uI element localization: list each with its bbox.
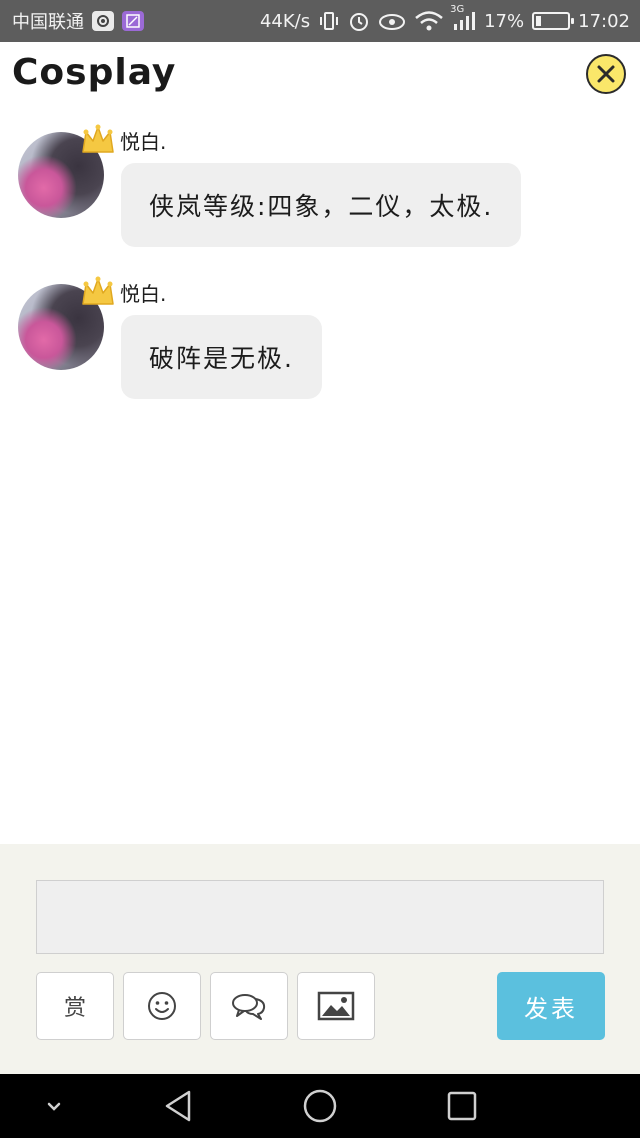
signal-type: 3G [450, 4, 465, 15]
reward-label: 赏 [63, 996, 86, 1021]
back-icon [165, 1090, 191, 1122]
close-button[interactable] [586, 54, 626, 94]
reward-button[interactable]: 赏 [36, 972, 114, 1040]
smiley-icon [148, 992, 176, 1020]
alarm-icon [348, 10, 370, 32]
message-bubble[interactable]: 破阵是无极. [121, 315, 322, 399]
sender-name: 悦白. [120, 282, 167, 306]
message-list[interactable]: 悦白. 侠岚等级:四象，二仪，太极. 悦白. 破阵是无极. [0, 112, 640, 844]
avatar-wrap[interactable] [18, 124, 114, 218]
message-item: 悦白. 侠岚等级:四象，二仪，太极. [0, 112, 640, 262]
header: Cosplay [0, 42, 640, 112]
battery-icon [532, 12, 575, 30]
eye-icon [378, 11, 406, 31]
battery-percent: 17% [484, 10, 525, 32]
recents-icon [447, 1091, 477, 1121]
image-icon [317, 991, 355, 1021]
page-title: Cosplay [12, 52, 177, 93]
emoji-button[interactable] [123, 972, 201, 1040]
carrier-name: 中国联通 [12, 12, 84, 33]
gallery-app-icon [122, 11, 144, 31]
composer: 赏 发表 [0, 844, 640, 1074]
vibrate-icon [318, 10, 340, 32]
chat-bubbles-icon [232, 994, 266, 1020]
crown-icon [82, 124, 114, 153]
image-button[interactable] [297, 972, 375, 1040]
chat-button[interactable] [210, 972, 288, 1040]
clock: 17:02 [578, 10, 630, 32]
network-speed: 44K/s [259, 10, 311, 32]
back-button[interactable] [158, 1088, 198, 1124]
status-bar: 中国联通 44K/s 3G 17% 17:02 [0, 0, 640, 42]
close-icon [597, 65, 615, 83]
message-item: 悦白. 破阵是无极. [0, 264, 640, 414]
crown-icon [82, 276, 114, 305]
chevron-down-icon [47, 1102, 61, 1111]
battery-level [536, 16, 542, 26]
send-button[interactable]: 发表 [497, 972, 605, 1040]
camera-app-icon [92, 11, 114, 31]
home-icon [303, 1089, 337, 1123]
message-input[interactable] [36, 880, 604, 954]
collapse-button[interactable] [34, 1088, 74, 1124]
avatar-wrap[interactable] [18, 276, 114, 370]
status-right: 44K/s 3G 17% 17:02 [259, 4, 630, 32]
message-bubble[interactable]: 侠岚等级:四象，二仪，太极. [121, 163, 522, 247]
recents-button[interactable] [442, 1088, 482, 1124]
wifi-icon [414, 10, 444, 32]
navigation-bar [0, 1074, 640, 1138]
signal-icon: 3G [450, 4, 476, 32]
status-left: 中国联通 [12, 8, 144, 34]
home-button[interactable] [300, 1088, 340, 1124]
sender-name: 悦白. [120, 130, 167, 154]
